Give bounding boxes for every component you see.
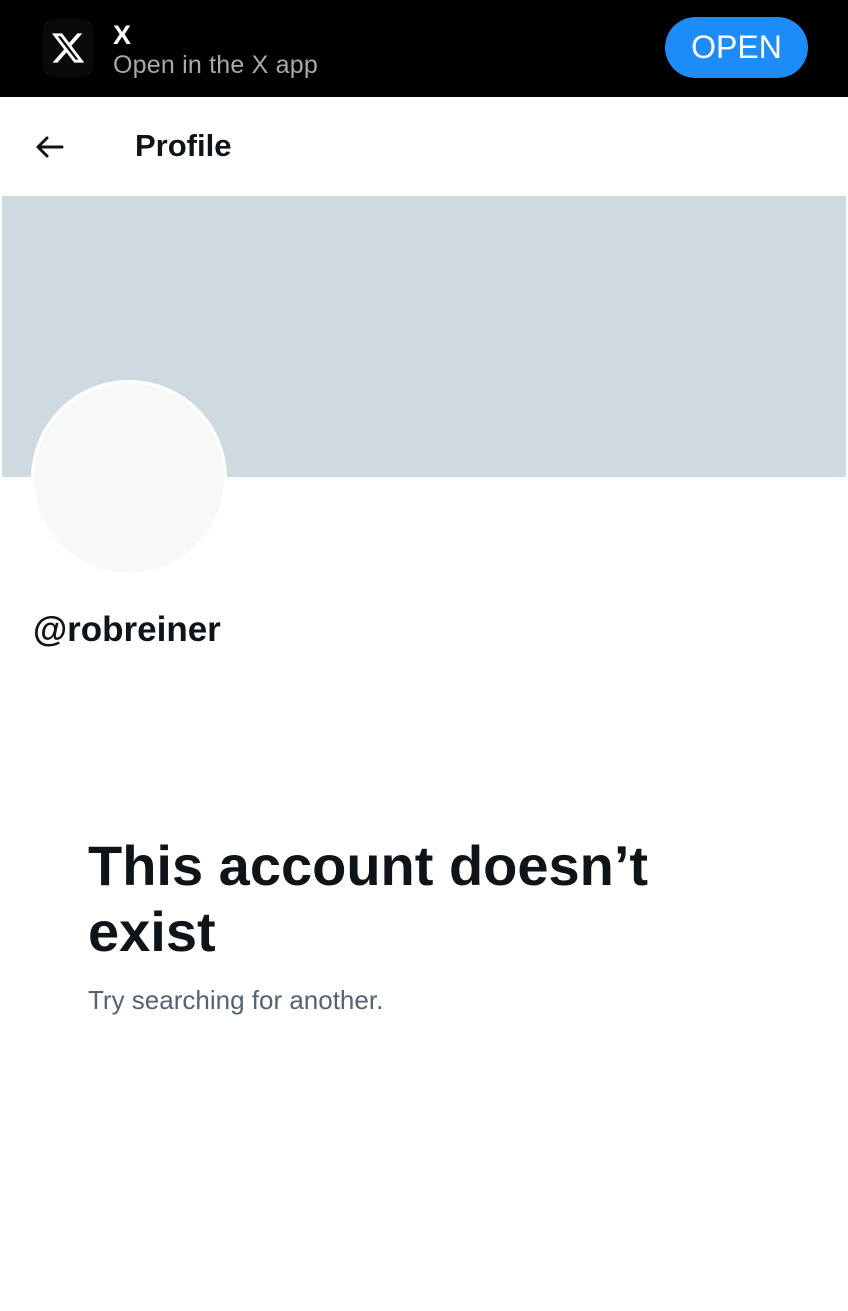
x-logo-icon[interactable] xyxy=(43,19,93,77)
avatar xyxy=(31,380,227,576)
app-name: X xyxy=(113,20,132,50)
page-title: Profile xyxy=(135,128,232,163)
arrow-left-icon xyxy=(36,136,64,158)
app-open-banner: X Open in the X app OPEN xyxy=(0,0,848,97)
top-nav-bar xyxy=(0,97,848,195)
profile-handle: @robreiner xyxy=(33,610,221,649)
empty-state-title: This account doesn’t exist xyxy=(88,834,649,963)
app-subtitle: Open in the X app xyxy=(113,51,318,79)
back-button[interactable] xyxy=(28,127,70,167)
open-app-button[interactable]: OPEN xyxy=(665,17,808,78)
empty-state-subtitle: Try searching for another. xyxy=(88,985,384,1015)
